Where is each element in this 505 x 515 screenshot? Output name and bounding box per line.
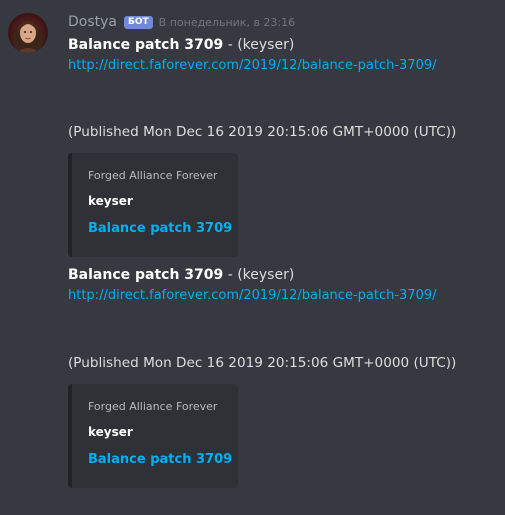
published-date: (Published Mon Dec 16 2019 20:15:06 GMT+… xyxy=(68,355,457,371)
username[interactable]: Dostya xyxy=(68,14,117,30)
post-title: Balance patch 3709 xyxy=(68,37,224,53)
post-title-line: Balance patch 3709 - (keyser) xyxy=(68,265,498,285)
published-date: (Published Mon Dec 16 2019 20:15:06 GMT+… xyxy=(68,124,457,140)
post-author: - (keyser) xyxy=(223,267,295,283)
embed-provider: Forged Alliance Forever xyxy=(88,400,218,413)
message-published: (Published Mon Dec 16 2019 20:15:06 GMT+… xyxy=(68,122,498,142)
link-embed: Forged Alliance Forever keyser Balance p… xyxy=(68,153,238,257)
post-link[interactable]: http://direct.faforever.com/2019/12/bala… xyxy=(68,285,498,307)
embed-author: keyser xyxy=(88,425,133,439)
post-link[interactable]: http://direct.faforever.com/2019/12/bala… xyxy=(68,55,498,77)
post-title: Balance patch 3709 xyxy=(68,267,224,283)
avatar[interactable] xyxy=(8,13,48,53)
embed-author: keyser xyxy=(88,194,133,208)
embed-title-link[interactable]: Balance patch 3709 xyxy=(88,452,238,468)
bot-tag-badge: БОТ xyxy=(124,15,153,29)
link-embed: Forged Alliance Forever keyser Balance p… xyxy=(68,384,238,488)
embed-title-link[interactable]: Balance patch 3709 xyxy=(88,221,238,237)
message-content: Balance patch 3709 - (keyser) http://dir… xyxy=(68,265,498,307)
message-header: Dostya БОТ В понедельник, в 23:16 xyxy=(68,14,295,30)
message-published: (Published Mon Dec 16 2019 20:15:06 GMT+… xyxy=(68,353,498,373)
avatar-portrait-icon xyxy=(8,13,48,53)
post-author: - (keyser) xyxy=(223,37,295,53)
post-title-line: Balance patch 3709 - (keyser) xyxy=(68,35,498,55)
message-timestamp: В понедельник, в 23:16 xyxy=(158,15,296,29)
embed-provider: Forged Alliance Forever xyxy=(88,169,218,182)
message-content: Balance patch 3709 - (keyser) http://dir… xyxy=(68,35,498,77)
